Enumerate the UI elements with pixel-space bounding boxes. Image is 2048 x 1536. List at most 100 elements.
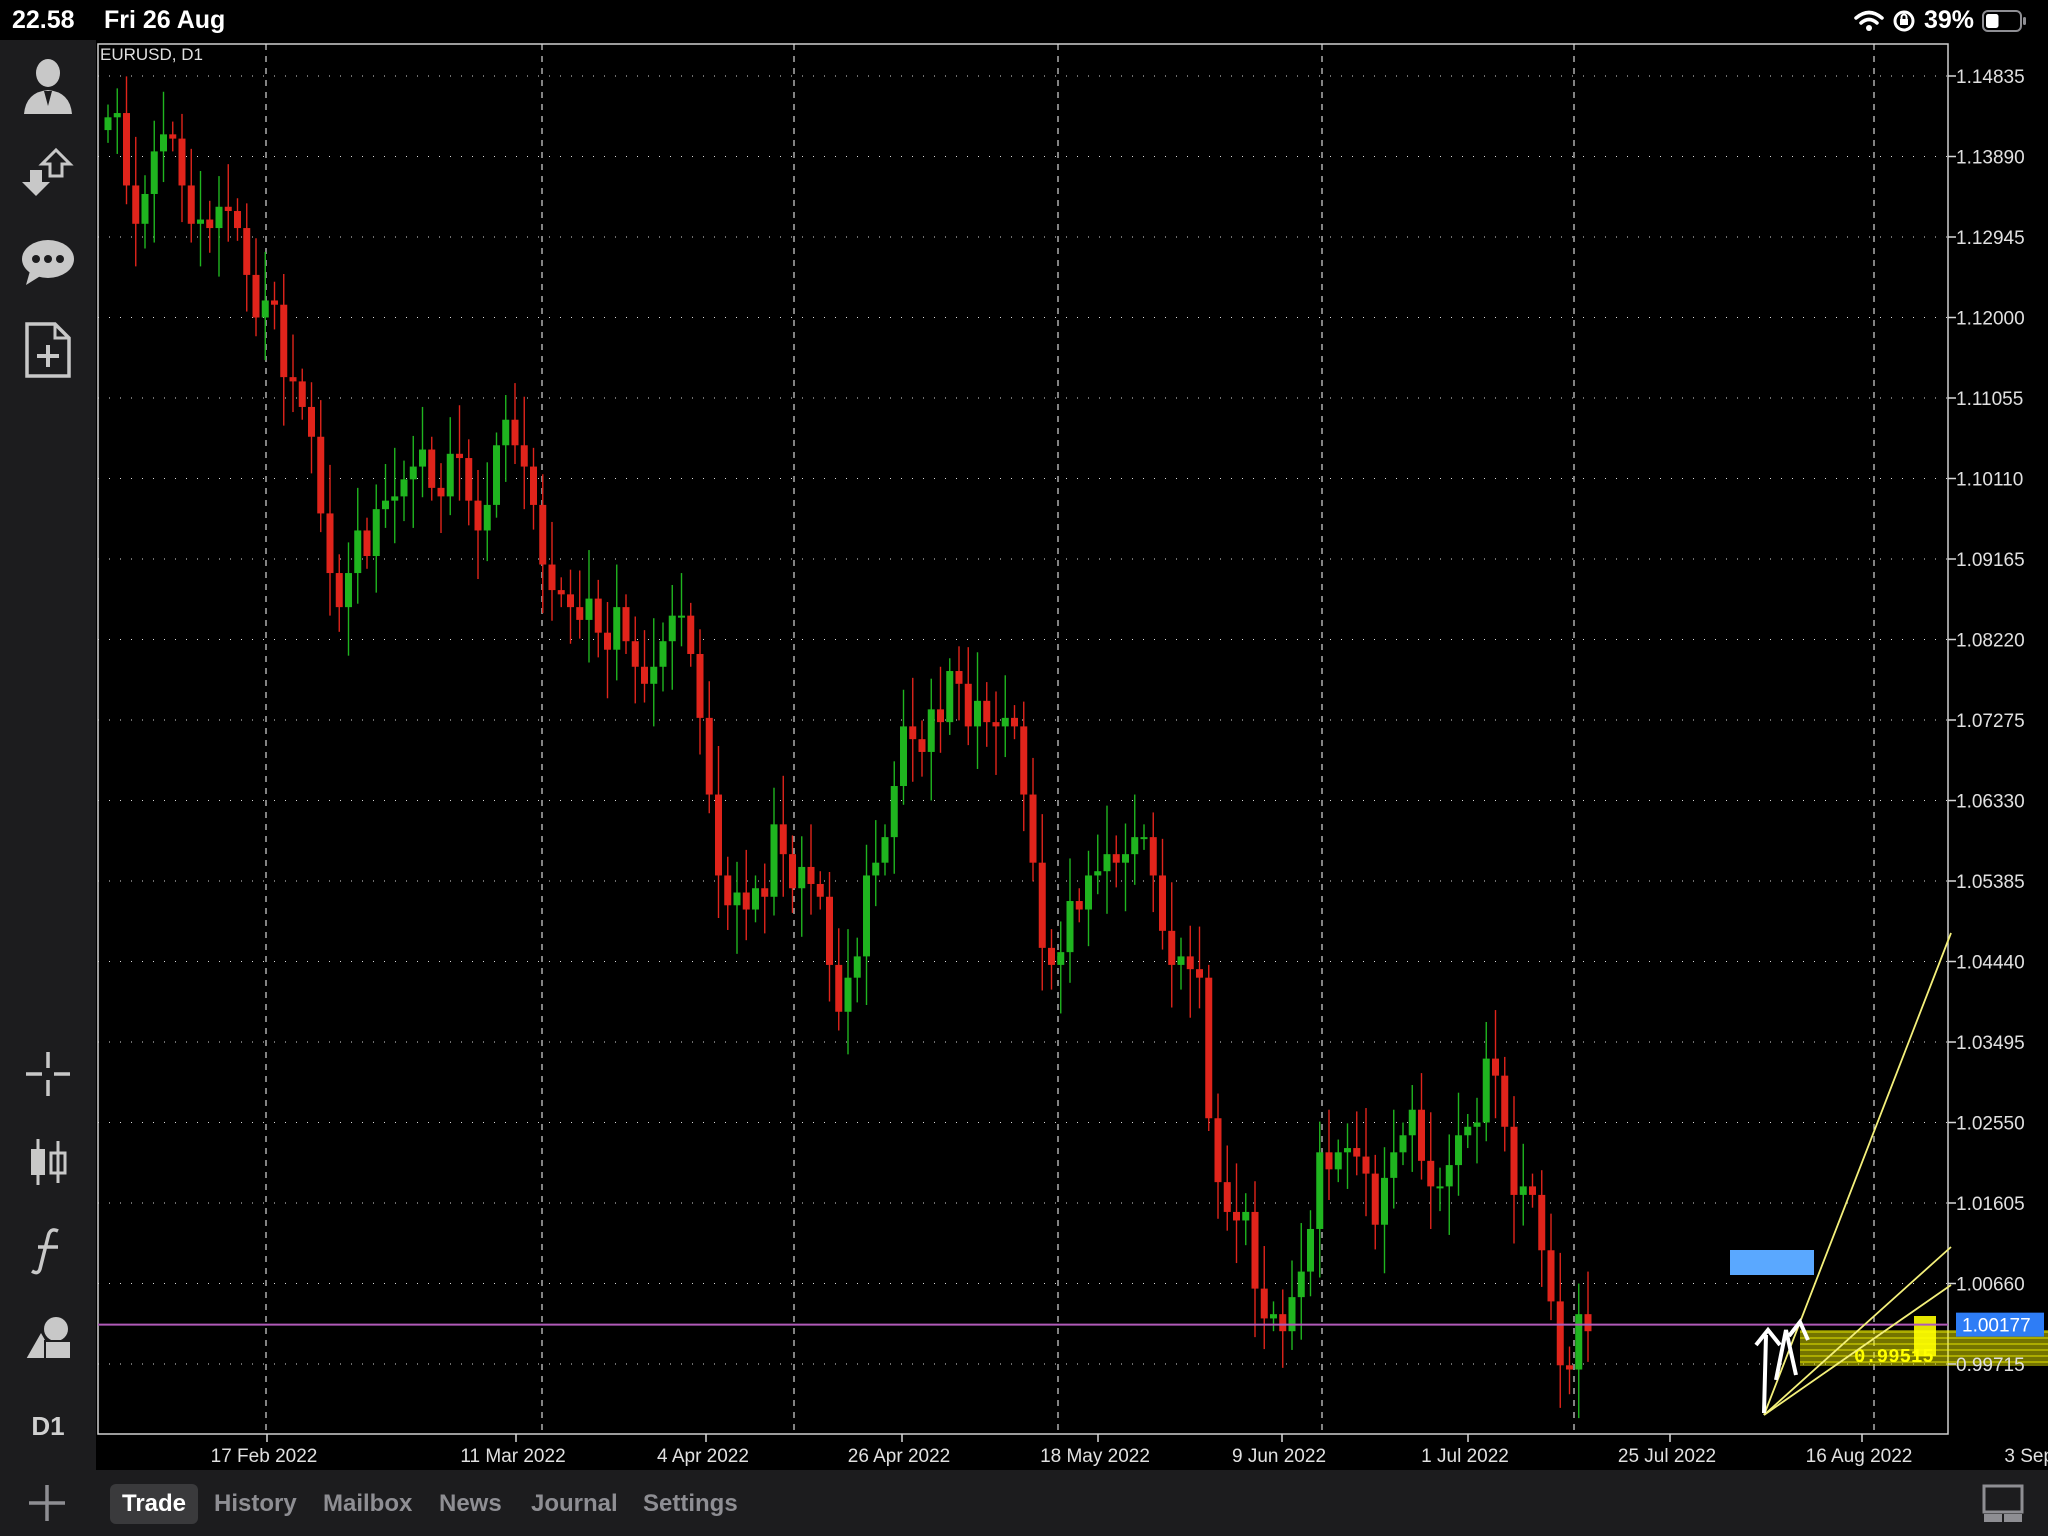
candle-body — [280, 304, 288, 378]
sidebar: D1 — [0, 40, 96, 1470]
candle-body — [1159, 875, 1166, 931]
candle-body — [1482, 1058, 1490, 1123]
candle-body — [752, 888, 759, 910]
candle-body — [317, 436, 325, 514]
date-tick-label: 11 Mar 2022 — [460, 1446, 565, 1467]
candle-body — [530, 466, 537, 505]
rotation-lock-icon — [1893, 10, 1915, 31]
candle-body — [1334, 1152, 1342, 1170]
candle-body — [1492, 1058, 1499, 1076]
price-tick-label: 1.01605 — [1956, 1194, 2025, 1215]
candle-body — [1085, 875, 1092, 910]
status-right: 39% — [1854, 6, 2028, 35]
candle-body — [678, 615, 685, 618]
date-tick-label: 1 Jul 2022 — [1421, 1446, 1509, 1467]
chart-svg[interactable]: 0.99515 1.148351.138901.129451.120001.11… — [96, 40, 2048, 1470]
price-tick-label: 1.02550 — [1956, 1114, 2025, 1135]
price-tick-label: 1.12945 — [1956, 228, 2025, 249]
indicators-button[interactable] — [14, 1216, 82, 1284]
candle-body — [863, 875, 870, 957]
tab-trade[interactable]: Trade — [110, 1484, 199, 1524]
date-tick-label: 9 Jun 2022 — [1232, 1446, 1326, 1467]
chart-area[interactable]: 0.99515 1.14835 1.13890 1.12945 1.12000 1.11… — [96, 40, 2048, 1470]
candle-body — [224, 206, 232, 212]
price-tick-label: 1.03495 — [1956, 1033, 2025, 1054]
date-tick-label: 25 Jul 2022 — [1618, 1446, 1716, 1467]
price-tick-label: 1.04440 — [1956, 953, 2025, 974]
candle-body — [169, 134, 177, 139]
candle-body — [1242, 1211, 1250, 1221]
candle-body — [1214, 1118, 1222, 1183]
candle-body — [1140, 837, 1148, 840]
tab-settings[interactable]: Settings — [631, 1484, 750, 1524]
trade-arrows-icon — [22, 147, 74, 196]
chat-button[interactable] — [14, 228, 82, 296]
candle-body — [548, 564, 556, 591]
candle-body — [594, 598, 602, 633]
candle-body — [1501, 1075, 1509, 1127]
tab-journal[interactable]: Journal — [519, 1484, 630, 1524]
account-icon — [24, 59, 72, 114]
candle-body — [1131, 837, 1139, 855]
candle-body — [900, 726, 907, 787]
status-date: Fri 26 Aug — [104, 6, 226, 34]
candle-body — [1455, 1135, 1462, 1166]
timeframe-button[interactable]: D1 — [14, 1392, 82, 1460]
candle-body — [1223, 1182, 1231, 1212]
candle-body — [354, 530, 362, 574]
candle-body — [789, 854, 796, 889]
objects-button[interactable] — [14, 1304, 82, 1372]
candle-body — [955, 671, 963, 684]
candle-body — [631, 641, 639, 667]
trade-button[interactable] — [14, 140, 82, 208]
candle-body — [1001, 717, 1009, 727]
blue-zone[interactable] — [1730, 1250, 1814, 1275]
candle-body — [1297, 1271, 1305, 1298]
candle-body — [1057, 952, 1065, 965]
candle-body — [964, 683, 972, 727]
candle-body — [1233, 1211, 1240, 1221]
candle-body — [539, 504, 547, 565]
candle-body — [363, 530, 371, 557]
bid-price-label: 1.00177 — [1956, 1312, 2044, 1337]
candle-body — [890, 786, 898, 838]
price-tick-label: 1.08220 — [1956, 631, 2025, 652]
price-tick-label: 1.00660 — [1956, 1275, 2025, 1296]
candle-body — [1325, 1152, 1333, 1170]
chart-type-button[interactable] — [14, 1128, 82, 1196]
price-tick-label: 1.14835 — [1956, 67, 2025, 88]
candle-body — [104, 117, 112, 131]
new-order-button[interactable] — [14, 316, 82, 384]
candle-body — [298, 381, 306, 407]
candle-body — [724, 875, 732, 906]
candle-body — [1205, 977, 1213, 1119]
candle-body — [187, 185, 195, 224]
tab-news[interactable]: News — [427, 1484, 514, 1524]
timeframe-label: D1 — [31, 1410, 65, 1441]
candle-body — [446, 453, 454, 497]
account-button[interactable] — [14, 52, 82, 120]
candle-body — [1519, 1186, 1527, 1195]
candle-body — [881, 837, 889, 863]
bottom-toolbar: Trade History Mailbox News Journal Setti… — [0, 1470, 2048, 1536]
add-button[interactable] — [26, 1482, 68, 1529]
candle-body — [1436, 1186, 1444, 1189]
candle-body — [826, 896, 833, 965]
candle-body — [197, 219, 204, 224]
split-view-button[interactable] — [1982, 1484, 2024, 1529]
candle-body — [1473, 1122, 1481, 1127]
crosshair-button[interactable] — [14, 1040, 82, 1108]
candle-body — [1186, 956, 1194, 970]
candle-body — [150, 151, 158, 194]
price-tick-label: 1.13890 — [1956, 148, 2025, 169]
candle-body — [1288, 1297, 1296, 1332]
candle-body — [1529, 1186, 1536, 1195]
candle-body — [261, 300, 269, 318]
candle-body — [1464, 1126, 1472, 1136]
tab-mailbox[interactable]: Mailbox — [311, 1484, 424, 1524]
candle-body — [1038, 862, 1046, 948]
candle-body — [1011, 717, 1018, 727]
tab-history[interactable]: History — [202, 1484, 309, 1524]
candle-body — [437, 487, 445, 497]
candle-body — [520, 445, 528, 467]
